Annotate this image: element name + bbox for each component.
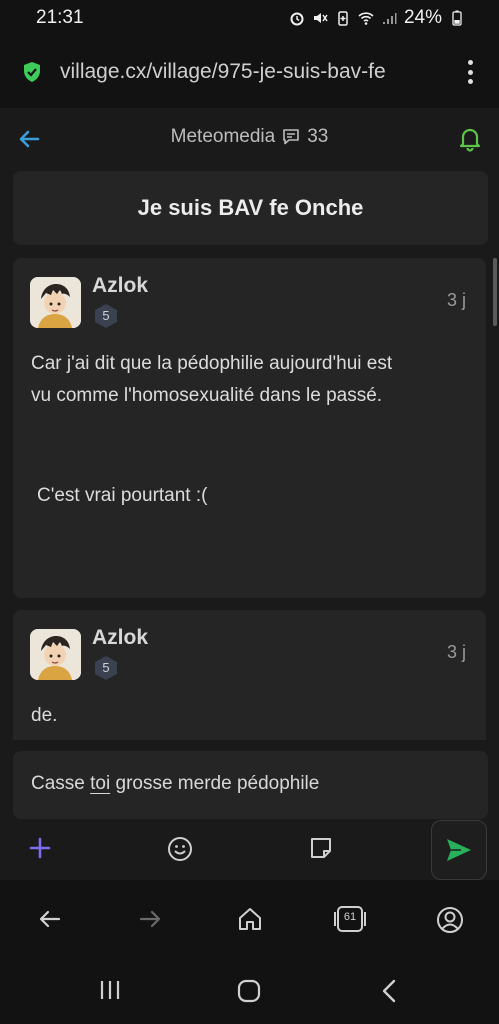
send-icon (447, 839, 471, 861)
plus-icon[interactable] (28, 836, 52, 860)
system-home-icon[interactable] (236, 978, 262, 1004)
browser-bottom-nav: 61 (0, 880, 499, 960)
system-nav-bar (0, 960, 499, 1024)
wifi-icon (358, 12, 374, 25)
mute-icon (313, 13, 328, 23)
post-line: vu comme l'homosexualité dans le passé. (31, 385, 383, 406)
reply-text-start: Casse (31, 773, 91, 794)
composer-toolbar (0, 820, 499, 880)
forum-name[interactable]: Meteomedia (171, 126, 276, 148)
status-time: 21:31 (36, 7, 84, 28)
comment-count: 33 (307, 126, 329, 147)
post-line: Car j'ai dit que la pédophilie aujourd'h… (31, 353, 393, 374)
comment-icon (283, 129, 300, 145)
alarm-icon (290, 12, 304, 26)
browser-back-icon[interactable] (37, 906, 63, 932)
browser-menu-icon[interactable] (467, 60, 473, 84)
avatar[interactable] (30, 277, 81, 328)
signal-icon (382, 13, 397, 24)
post-time: 3 j (446, 290, 466, 310)
status-bar: 21:31 24% (0, 0, 499, 36)
send-button[interactable] (431, 820, 487, 880)
reply-text-underlined: toi (90, 773, 111, 794)
reply-text-end: grosse merde pédophile (110, 773, 320, 794)
post-card: Azlok 5 3 j de. (13, 610, 486, 740)
tab-count: 61 (343, 911, 357, 923)
tabs-button[interactable]: 61 (333, 904, 367, 934)
battery-saver-icon (338, 11, 348, 26)
thread-header: Meteomedia 33 (0, 108, 499, 170)
level-badge: 5 (102, 660, 110, 675)
browser-url-bar[interactable]: village.cx/village/975-je-suis-bav-fe (0, 36, 499, 108)
post-card: Azlok 5 3 j Car j'ai dit que la pédophil… (13, 258, 486, 598)
system-back-icon[interactable] (379, 978, 399, 1004)
avatar[interactable] (30, 629, 81, 680)
post-line: de. (31, 705, 58, 726)
post-line: C'est vrai pourtant :( (37, 485, 208, 506)
post-time: 3 j (446, 642, 466, 662)
post-author[interactable]: Azlok (92, 274, 148, 298)
sticker-icon[interactable] (309, 836, 333, 860)
browser-forward-icon[interactable] (137, 906, 163, 932)
post-author[interactable]: Azlok (92, 626, 148, 650)
post-body: de. (31, 700, 466, 732)
forum-info[interactable]: Meteomedia 33 (0, 126, 499, 148)
bell-icon[interactable] (457, 126, 483, 152)
scrollbar[interactable] (493, 258, 497, 326)
battery-icon (452, 10, 462, 26)
post-body: Car j'ai dit que la pédophilie aujourd'h… (31, 348, 466, 512)
thread-title: Je suis BAV fe Onche (13, 171, 488, 245)
battery-percent: 24% (403, 7, 442, 28)
emoji-icon[interactable] (167, 836, 193, 862)
level-badge: 5 (102, 308, 110, 323)
reply-input[interactable]: Casse toi grosse merde pédophile (13, 751, 488, 819)
account-icon[interactable] (436, 906, 464, 934)
url-text[interactable]: village.cx/village/975-je-suis-bav-fe (60, 60, 440, 84)
shield-icon[interactable] (20, 60, 44, 84)
status-icons: 24% (289, 7, 465, 29)
home-icon[interactable] (237, 906, 263, 932)
recent-apps-icon[interactable] (98, 978, 122, 1002)
